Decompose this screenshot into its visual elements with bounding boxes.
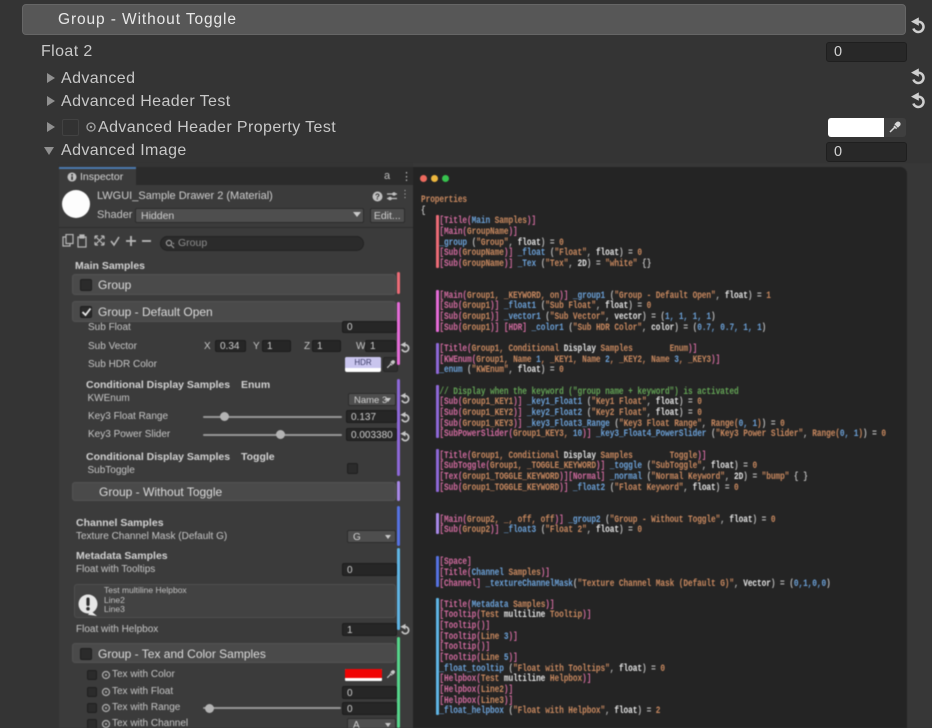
svg-text:?: ?	[375, 192, 380, 201]
